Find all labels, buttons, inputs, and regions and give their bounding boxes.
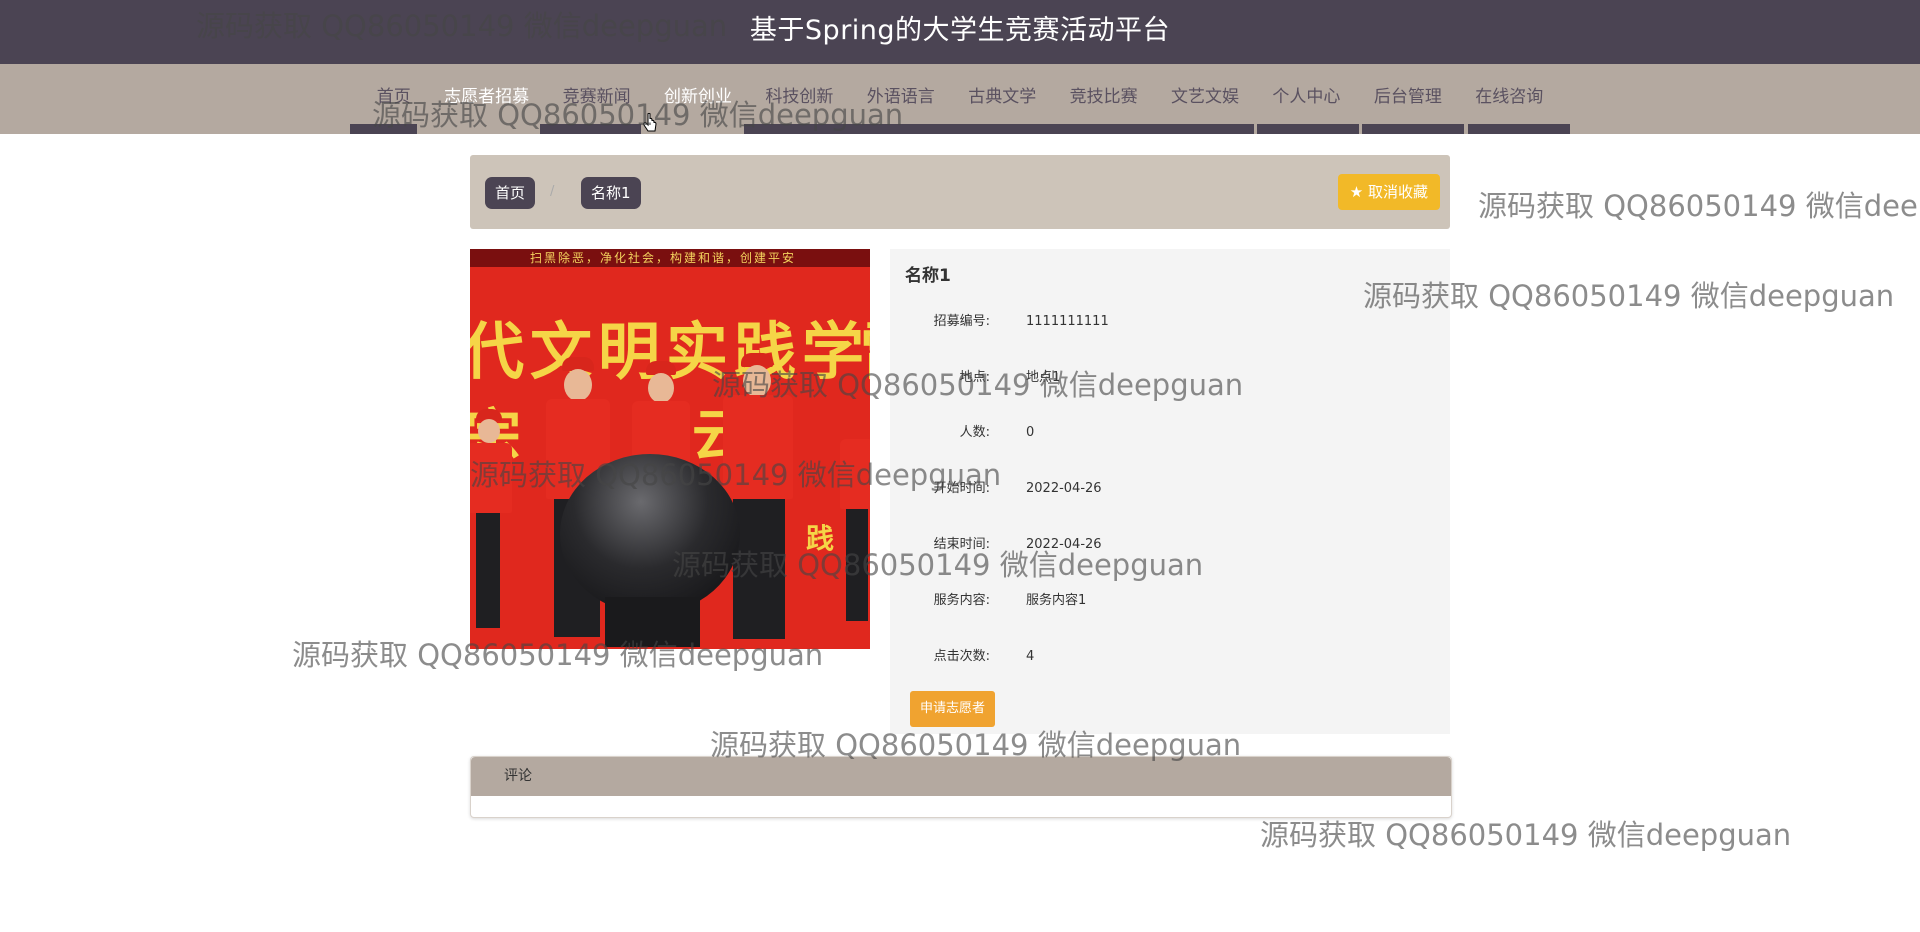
comment-panel: 评论	[470, 756, 1452, 818]
detail-row-start: 开始时间: 2022-04-26	[890, 479, 1450, 499]
nav-item-profile[interactable]: 个人中心	[1272, 82, 1340, 107]
detail-row-content: 服务内容: 服务内容1	[890, 591, 1450, 611]
detail-title: 名称1	[905, 266, 951, 286]
detail-row-end: 结束时间: 2022-04-26	[890, 535, 1450, 555]
photo-sign-char: 雷	[860, 301, 870, 391]
hand-cursor-icon	[643, 113, 657, 132]
nav-item-literature[interactable]: 古典文学	[968, 82, 1036, 107]
ceremony-pedestal	[605, 597, 700, 647]
apply-volunteer-button[interactable]: 申请志愿者	[910, 691, 996, 727]
nav-item-arts[interactable]: 文艺文娱	[1171, 82, 1239, 107]
detail-row-clicks: 点击次数: 4	[890, 647, 1450, 667]
detail-row-count: 人数: 0	[890, 423, 1450, 443]
breadcrumb-current[interactable]: 名称1	[581, 177, 641, 209]
detail-value: 服务内容1	[1026, 593, 1087, 608]
detail-label: 服务内容:	[933, 593, 990, 608]
breadcrumb-home[interactable]: 首页	[485, 177, 536, 209]
nav-underline	[1257, 124, 1359, 134]
nav-underline	[540, 124, 641, 134]
photo-sign-char: 实	[666, 315, 729, 388]
detail-value: 0	[1026, 425, 1035, 440]
unfavorite-label: 取消收藏	[1367, 183, 1428, 201]
nav-underline	[350, 124, 417, 134]
nav-item-innovation[interactable]: 创新创业	[664, 82, 732, 107]
photo-banner: 扫黑除恶，净化社会，构建和谐，创建平安	[470, 249, 870, 267]
detail-row-location: 地点: 地点1	[890, 368, 1450, 388]
watermark: 源码获取 QQ86050149 微信deepguan	[1260, 818, 1792, 852]
detail-value: 2022-04-26	[1026, 537, 1102, 552]
detail-value: 4	[1026, 649, 1035, 664]
photo-banner-text: 扫黑除恶，净化社会，构建和谐，创建平安	[530, 251, 797, 265]
photo-stage-char: 践	[806, 522, 835, 555]
nav-underline	[1362, 124, 1464, 134]
nav-item-admin[interactable]: 后台管理	[1374, 82, 1442, 107]
volunteer-photo: 扫黑除恶，净化社会，构建和谐，创建平安 代 文 明 实 践 学 雷 宗 云 践	[470, 249, 870, 649]
detail-label: 地点:	[959, 370, 990, 385]
breadcrumb-separator: /	[550, 184, 555, 199]
detail-label: 结束时间:	[933, 537, 990, 552]
nav-item-consult[interactable]: 在线咨询	[1475, 82, 1543, 107]
comment-header: 评论	[471, 757, 1451, 796]
nav-item-news[interactable]: 竞赛新闻	[563, 82, 631, 107]
photo-sign-char: 学	[802, 315, 865, 388]
watermark: 源码获取 QQ86050149 微信deepguan	[1478, 189, 1920, 223]
nav-item-competition[interactable]: 竞技比赛	[1070, 82, 1138, 107]
nav-item-home[interactable]: 首页	[377, 82, 411, 107]
nav-underline	[744, 124, 1254, 134]
nav-item-volunteer[interactable]: 志愿者招募	[444, 82, 529, 107]
detail-label: 开始时间:	[933, 481, 990, 496]
unfavorite-button[interactable]: ★ 取消收藏	[1337, 174, 1440, 210]
detail-label: 人数:	[959, 425, 990, 440]
detail-panel: 名称1 招募编号: 1111111111 地点: 地点1 人数: 0 开始时间:…	[890, 249, 1450, 734]
detail-value: 2022-04-26	[1026, 481, 1102, 496]
nav-item-language[interactable]: 外语语言	[867, 82, 935, 107]
breadcrumb: 首页 / 名称1 ★ 取消收藏	[470, 155, 1450, 229]
detail-label: 点击次数:	[933, 649, 990, 664]
star-icon: ★	[1349, 183, 1364, 201]
nav-item-technology[interactable]: 科技创新	[765, 82, 833, 107]
detail-value: 1111111111	[1026, 314, 1109, 329]
site-title: 基于Spring的大学生竞赛活动平台	[749, 15, 1171, 46]
photo-sign-char: 代	[470, 315, 525, 388]
nav-underline	[1468, 124, 1570, 134]
detail-value: 地点1	[1026, 370, 1061, 385]
detail-row-code: 招募编号: 1111111111	[890, 312, 1450, 332]
detail-label: 招募编号:	[933, 314, 990, 329]
ceremony-sphere	[560, 454, 740, 614]
top-header: 基于Spring的大学生竞赛活动平台	[0, 0, 1920, 64]
nav-items: 首页 志愿者招募 竞赛新闻 创新创业 科技创新 外语语言 古典文学 竞技比赛 文…	[0, 82, 1920, 107]
comment-title: 评论	[504, 768, 532, 784]
